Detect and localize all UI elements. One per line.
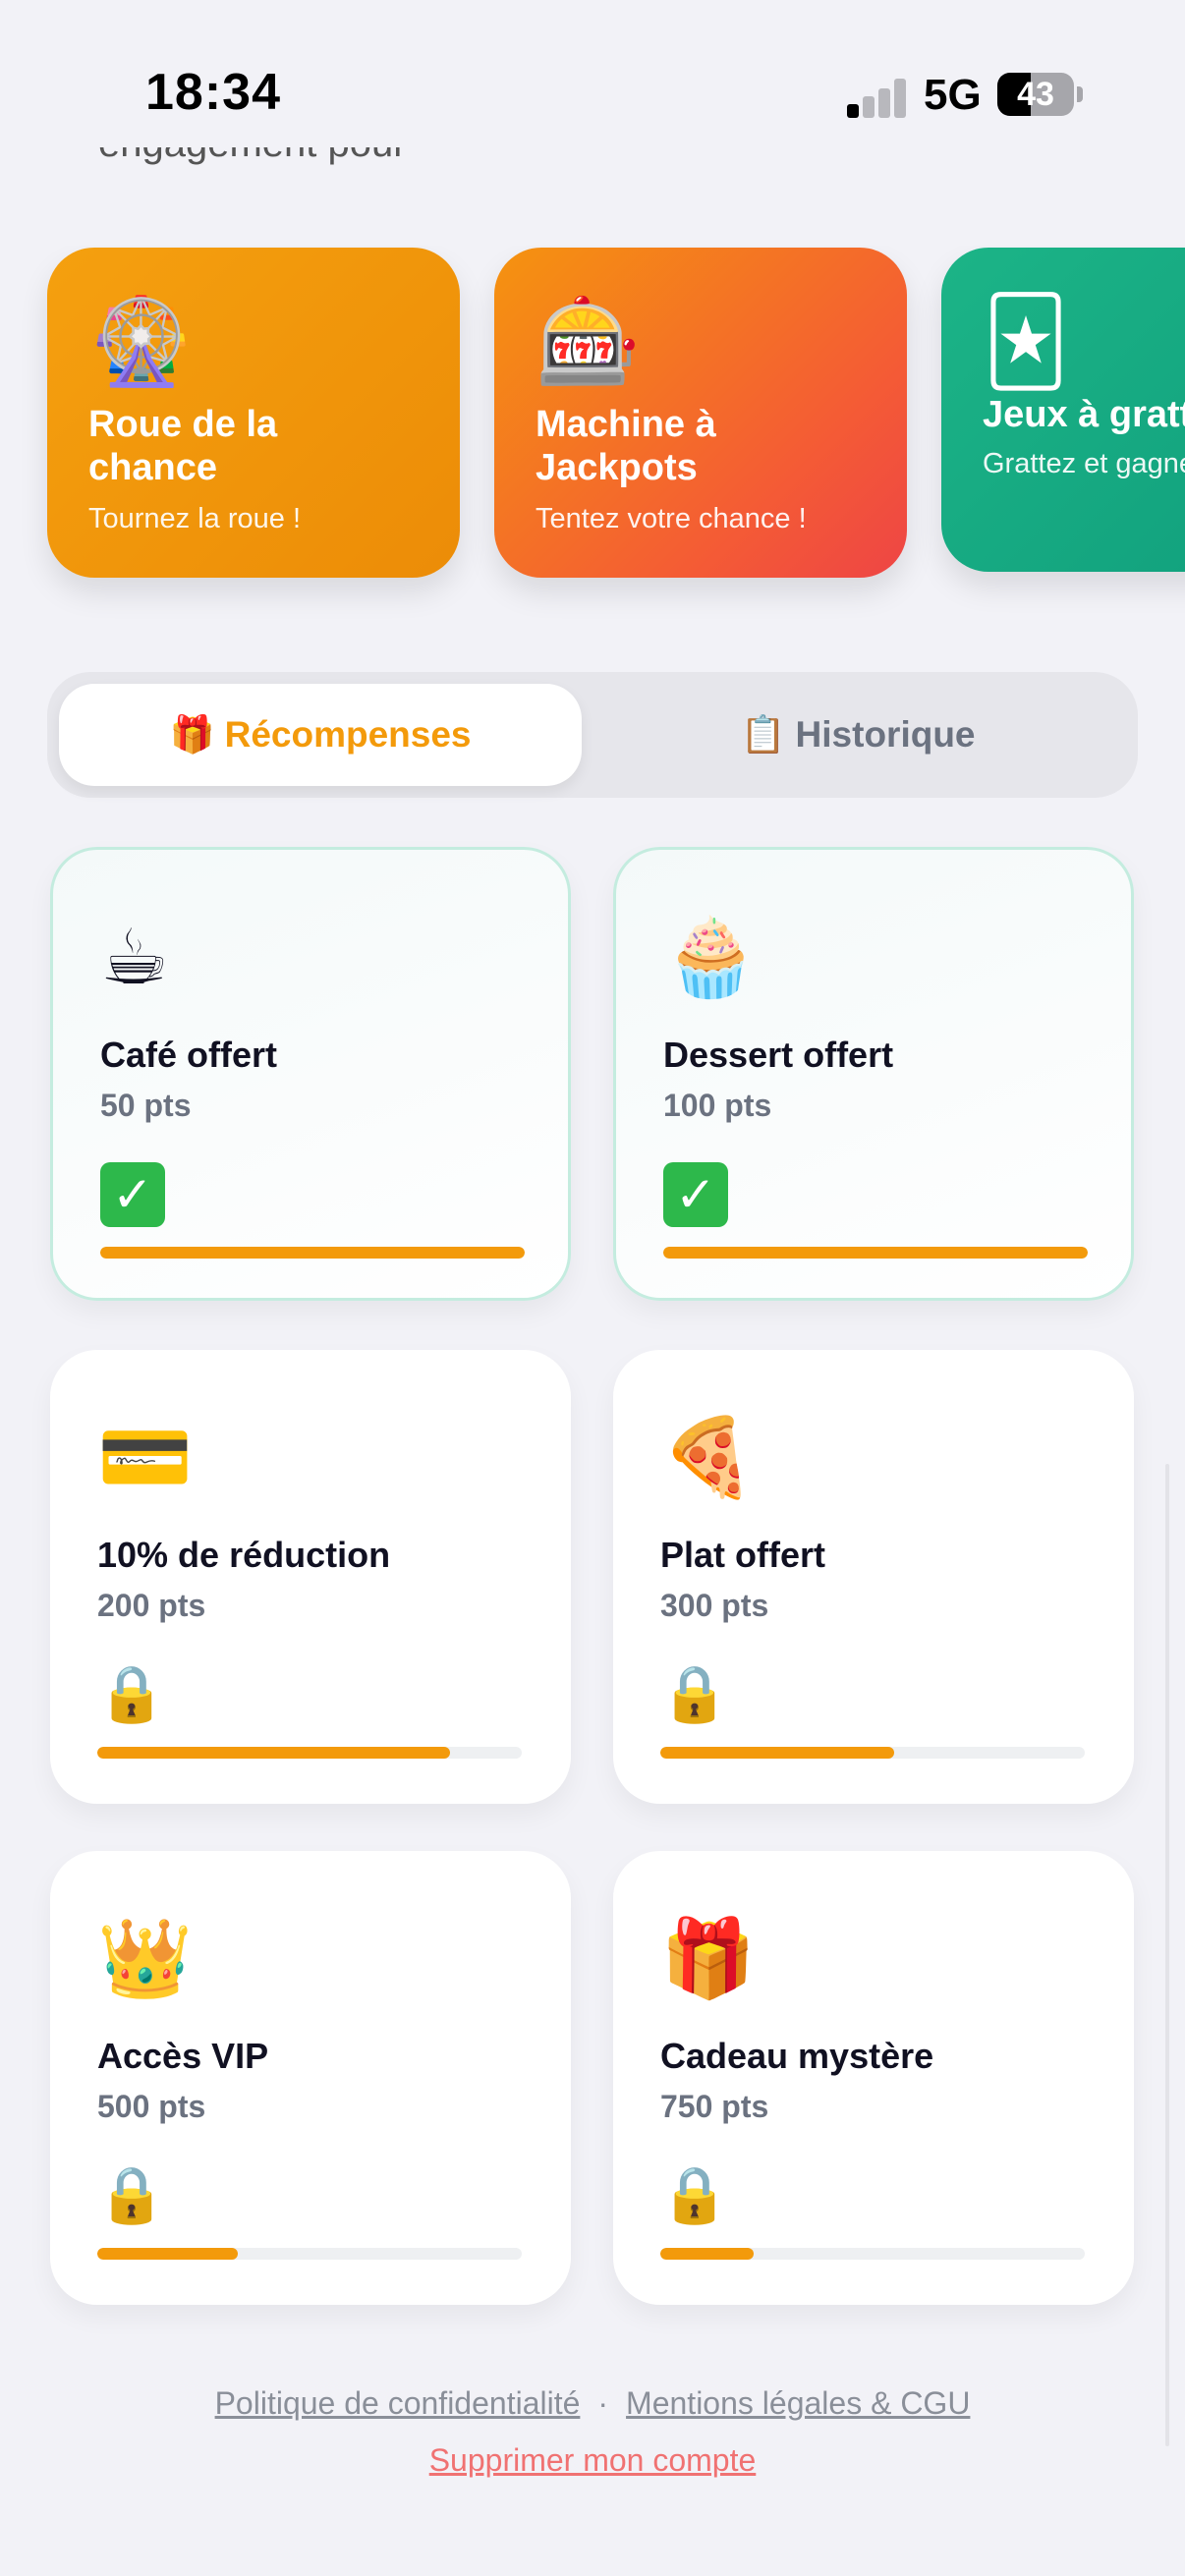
segmented-tabs: 🎁 Récompenses 📋 Historique <box>47 672 1138 798</box>
game-card-scratch[interactable]: 🃏 Jeux à gratter Grattez et gagnez <box>941 248 1185 572</box>
reward-title: Cadeau mystère <box>660 2036 934 2076</box>
reward-card-dish[interactable]: 🍕 Plat offert 300 pts 🔒 <box>613 1350 1134 1804</box>
delete-account-row: Supprimer mon compte <box>0 2442 1185 2479</box>
reward-progress-fill <box>100 1247 525 1259</box>
reward-title: Dessert offert <box>663 1035 894 1075</box>
footer-links: Politique de confidentialité · Mentions lé… <box>0 2385 1185 2422</box>
reward-progress-fill <box>97 1747 450 1759</box>
game-subtitle: Tournez la roue ! <box>88 503 302 534</box>
game-card-wheel[interactable]: 🎡 Roue de la chance Tournez la roue ! <box>47 248 460 578</box>
game-title: Jeux à gratter <box>983 394 1185 435</box>
reward-progress <box>97 2248 522 2260</box>
reward-title: 10% de réduction <box>97 1535 391 1575</box>
crown-icon: 👑 <box>97 1915 194 2003</box>
reward-points: 750 pts <box>660 2089 769 2124</box>
footer-separator: · <box>597 2385 609 2421</box>
tab-rewards[interactable]: 🎁 Récompenses <box>59 684 582 786</box>
reward-title: Café offert <box>100 1035 278 1075</box>
reward-title: Plat offert <box>660 1535 826 1575</box>
games-carousel[interactable]: 🎡 Roue de la chance Tournez la roue ! 🎰 … <box>0 246 1185 619</box>
reward-progress <box>100 1247 525 1259</box>
app-screen: 18:34 5G 43 engagement pour 🎡 Roue de la… <box>0 0 1185 2576</box>
reward-progress-fill <box>660 1747 894 1759</box>
scroll-indicator[interactable] <box>1165 1464 1169 2446</box>
pizza-icon: 🍕 <box>660 1414 757 1502</box>
reward-card-vip[interactable]: 👑 Accès VIP 500 pts 🔒 <box>50 1851 571 2305</box>
check-icon: ✓ <box>100 1162 165 1227</box>
ferris-wheel-icon: 🎡 <box>88 293 195 391</box>
reward-progress <box>660 2248 1085 2260</box>
joker-card-icon: 🃏 <box>983 293 1069 391</box>
reward-points: 500 pts <box>97 2089 206 2124</box>
reward-card-dessert[interactable]: 🧁 Dessert offert 100 pts ✓ <box>613 847 1134 1301</box>
reward-progress <box>663 1247 1088 1259</box>
lock-icon: 🔒 <box>97 2163 166 2227</box>
gift-icon: 🎁 <box>169 713 215 756</box>
game-title: Machine à Jackpots <box>536 404 716 488</box>
reward-progress-fill <box>660 2248 755 2260</box>
check-icon: ✓ <box>663 1162 728 1227</box>
lock-icon: 🔒 <box>97 1662 166 1726</box>
slot-machine-icon: 🎰 <box>536 293 642 391</box>
reward-card-mystery-gift[interactable]: 🎁 Cadeau mystère 750 pts 🔒 <box>613 1851 1134 2305</box>
legal-notice-link[interactable]: Mentions légales & CGU <box>626 2385 970 2421</box>
clipboard-icon: 📋 <box>740 713 786 756</box>
privacy-policy-link[interactable]: Politique de confidentialité <box>215 2385 581 2421</box>
delete-account-link[interactable]: Supprimer mon compte <box>429 2442 757 2478</box>
reward-points: 200 pts <box>97 1588 206 1623</box>
tab-label: Récompenses <box>224 714 472 755</box>
game-card-jackpot[interactable]: 🎰 Machine à Jackpots Tentez votre chance… <box>494 248 907 578</box>
reward-points: 100 pts <box>663 1088 772 1123</box>
tab-label: Historique <box>795 714 976 755</box>
reward-points: 50 pts <box>100 1088 192 1123</box>
reward-card-coffee[interactable]: ☕ Café offert 50 pts ✓ <box>50 847 571 1301</box>
cellular-signal-icon <box>847 79 908 118</box>
lock-icon: 🔒 <box>660 1662 729 1726</box>
reward-progress-fill <box>663 1247 1088 1259</box>
game-subtitle: Grattez et gagnez <box>983 448 1185 479</box>
game-title: Roue de la chance <box>88 404 278 488</box>
battery-cap <box>1077 86 1083 102</box>
battery-level: 43 <box>1017 76 1054 113</box>
reward-title: Accès VIP <box>97 2036 269 2076</box>
battery-icon: 43 <box>997 73 1074 116</box>
reward-progress <box>660 1747 1085 1759</box>
lock-icon: 🔒 <box>660 2163 729 2227</box>
scrolled-out-text: engagement pour <box>98 147 786 187</box>
tab-history[interactable]: 📋 Historique <box>590 684 1126 786</box>
network-type: 5G <box>924 71 982 119</box>
reward-progress-fill <box>97 2248 238 2260</box>
status-time: 18:34 <box>145 64 281 121</box>
cupcake-icon: 🧁 <box>663 914 760 1002</box>
game-subtitle: Tentez votre chance ! <box>536 503 807 534</box>
credit-card-icon: 💳 <box>97 1414 194 1502</box>
reward-points: 300 pts <box>660 1588 769 1623</box>
reward-card-discount[interactable]: 💳 10% de réduction 200 pts 🔒 <box>50 1350 571 1804</box>
coffee-icon: ☕ <box>100 914 169 1002</box>
wrapped-gift-icon: 🎁 <box>660 1915 757 2003</box>
reward-progress <box>97 1747 522 1759</box>
